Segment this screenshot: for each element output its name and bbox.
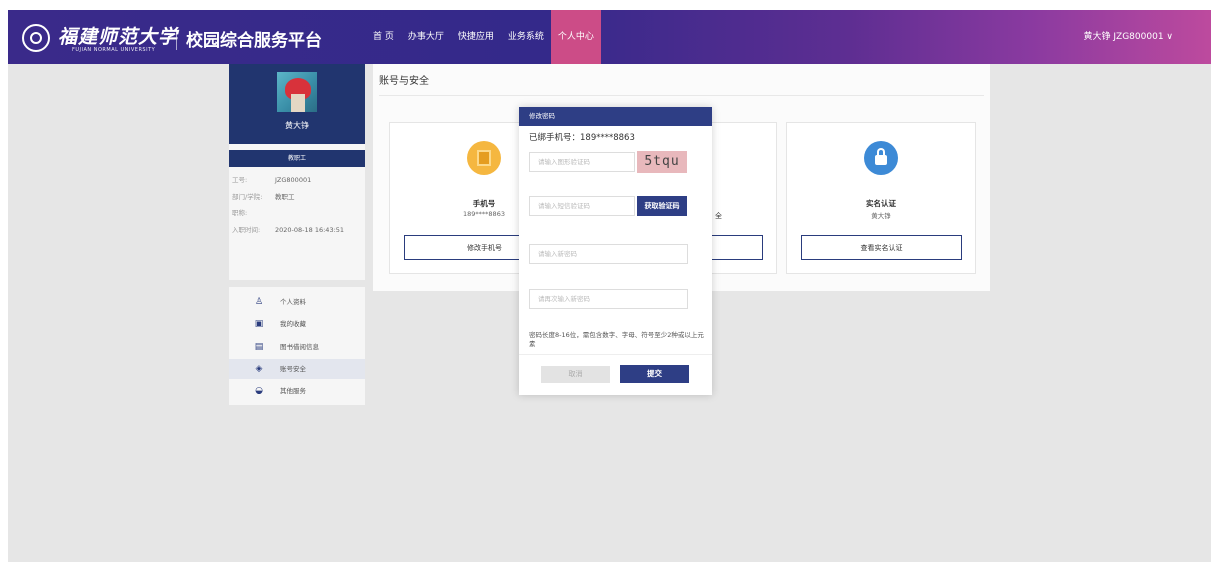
info-label: 工号: xyxy=(232,176,248,184)
profile-card: 黄大铮 教职工 工号: JZG800001 部门/学院: 教职工 职称: 入职时间:… xyxy=(229,64,365,280)
info-value: 教职工 xyxy=(275,193,295,201)
nav-home[interactable]: 首 页 xyxy=(366,10,401,64)
nav-personal-center[interactable]: 个人中心 xyxy=(550,10,601,64)
header-divider xyxy=(176,28,177,50)
profile-banner: 黄大铮 xyxy=(229,64,365,144)
avatar xyxy=(277,72,317,112)
view-realname-button[interactable]: 查看实名认证 xyxy=(801,235,962,260)
change-password-dialog: 修改密码 已绑手机号：189****8863 5tqu 获取验证码 密码长度8-… xyxy=(519,107,712,395)
menu-item-other-services[interactable]: ◒ 其他服务 xyxy=(229,381,365,401)
nav-business-systems[interactable]: 业务系统 xyxy=(501,10,551,64)
lock-icon xyxy=(864,141,898,175)
menu-label: 其他服务 xyxy=(280,387,306,395)
menu-label: 图书借阅信息 xyxy=(280,343,319,351)
university-seal-icon xyxy=(22,24,50,52)
page-title: 账号与安全 xyxy=(379,76,429,87)
menu-label: 账号安全 xyxy=(280,365,306,373)
confirm-password-input[interactable] xyxy=(529,289,688,309)
info-row: 入职时间: 2020-08-18 16:43:51 xyxy=(232,224,344,234)
menu-item-profile[interactable]: ♙ 个人资料 xyxy=(229,292,365,312)
dialog-title: 修改密码 xyxy=(519,107,712,126)
get-sms-code-button[interactable]: 获取验证码 xyxy=(637,196,687,216)
new-password-input[interactable] xyxy=(529,244,688,264)
user-menu-dropdown[interactable]: 黄大铮 JZG800001 ∨ xyxy=(1084,10,1173,64)
university-name: 福建师范大学 xyxy=(58,26,179,48)
menu-label: 我的收藏 xyxy=(280,320,306,328)
info-value: JZG800001 xyxy=(275,176,312,184)
sms-code-input[interactable] xyxy=(529,196,635,216)
info-label: 入职时间: xyxy=(232,226,261,234)
info-row: 工号: JZG800001 xyxy=(232,174,311,184)
realname-card: 实名认证 黄大铮 查看实名认证 xyxy=(786,122,976,274)
divider xyxy=(379,95,984,96)
captcha-image[interactable]: 5tqu xyxy=(637,151,687,173)
card-value: 黄大铮 xyxy=(871,212,891,220)
profile-name: 黄大铮 xyxy=(285,121,309,130)
side-menu: ♙ 个人资料 ▣ 我的收藏 ▤ 图书借阅信息 ◈ 账号安全 ◒ 其他服务 xyxy=(229,287,365,405)
bound-phone-text: 已绑手机号：189****8863 xyxy=(529,133,635,143)
menu-item-account-security[interactable]: ◈ 账号安全 xyxy=(229,359,365,379)
submit-button[interactable]: 提交 xyxy=(620,365,689,383)
main-nav: 首 页 办事大厅 快捷应用 业务系统 个人中心 xyxy=(366,10,601,64)
card-title: 实名认证 xyxy=(866,199,896,208)
user-icon: ♙ xyxy=(254,297,264,307)
nav-service-hall[interactable]: 办事大厅 xyxy=(401,10,451,64)
info-row: 部门/学院: 教职工 xyxy=(232,191,295,201)
info-row: 职称: xyxy=(232,207,275,217)
top-header: 福建师范大学 FUJIAN NORMAL UNIVERSITY 校园综合服务平台… xyxy=(8,10,1211,64)
card-partial-text: 全 xyxy=(715,212,722,220)
phone-icon xyxy=(467,141,501,175)
info-value: 2020-08-18 16:43:51 xyxy=(275,226,345,234)
page-background: 福建师范大学 FUJIAN NORMAL UNIVERSITY 校园综合服务平台… xyxy=(8,10,1211,562)
menu-item-favorites[interactable]: ▣ 我的收藏 xyxy=(229,314,365,334)
role-badge: 教职工 xyxy=(229,150,365,167)
shield-icon: ◈ xyxy=(255,364,263,374)
info-label: 职称: xyxy=(232,209,248,217)
university-name-english: FUJIAN NORMAL UNIVERSITY xyxy=(72,47,156,53)
menu-item-library[interactable]: ▤ 图书借阅信息 xyxy=(229,337,365,357)
password-rule-text: 密码长度8-16位，需包含数字、字母、符号至少2种或以上元素 xyxy=(529,331,704,348)
nav-quick-apps[interactable]: 快捷应用 xyxy=(451,10,501,64)
menu-label: 个人资料 xyxy=(280,298,306,306)
book-icon: ▤ xyxy=(254,342,264,352)
divider xyxy=(519,354,712,355)
bookmark-icon: ▣ xyxy=(254,319,264,329)
platform-title: 校园综合服务平台 xyxy=(186,31,322,51)
captcha-input[interactable] xyxy=(529,152,635,172)
info-label: 部门/学院: xyxy=(232,193,263,201)
service-icon: ◒ xyxy=(255,386,263,396)
cancel-button[interactable]: 取消 xyxy=(541,366,610,383)
